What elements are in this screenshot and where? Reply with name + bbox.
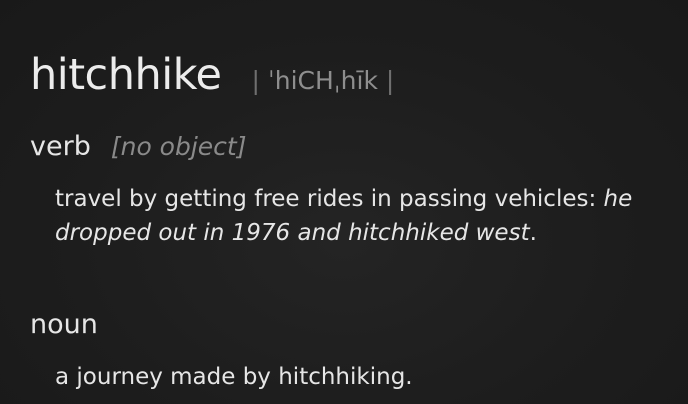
verb-definition: travel by getting free rides in passing … — [55, 182, 675, 250]
verb-definition-text: travel by getting free rides in passing … — [55, 186, 597, 212]
pronunciation-text: ˈhiCHˌhīk — [267, 66, 378, 95]
pronunciation-close-bar: | — [385, 66, 395, 95]
pronunciation-open-bar: | — [251, 66, 260, 95]
noun-definition-text: a journey made by hitchhiking. — [55, 364, 413, 390]
part-of-speech-verb: verb — [30, 131, 91, 162]
headword: hitchhike — [30, 50, 222, 100]
pronunciation: | ˈhiCHˌhīk | — [251, 66, 394, 95]
part-of-speech-noun: noun — [30, 309, 98, 340]
noun-definition: a journey made by hitchhiking. — [55, 360, 675, 394]
grammar-note: [no object] — [110, 132, 247, 161]
dictionary-panel: hitchhike | ˈhiCHˌhīk | verb [no object]… — [0, 0, 688, 404]
noun-sense-header: noun — [30, 309, 98, 340]
entry-header: hitchhike | ˈhiCHˌhīk | — [30, 50, 394, 100]
verb-example-end: . — [529, 220, 537, 246]
verb-sense-header: verb [no object] — [30, 131, 246, 162]
